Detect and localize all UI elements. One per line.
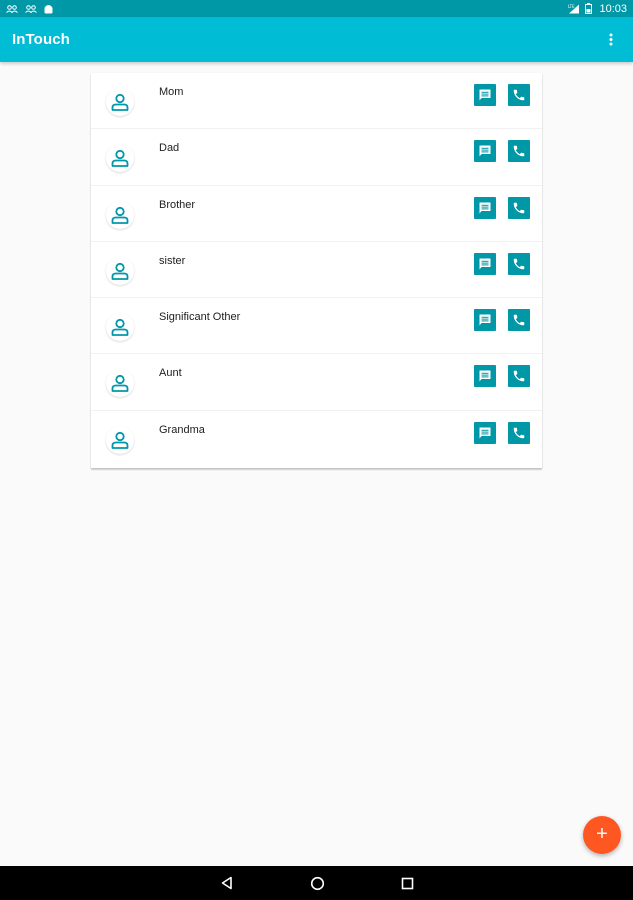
contacts-sync-icon — [25, 4, 37, 13]
call-button[interactable] — [508, 84, 530, 106]
contact-name: Significant Other — [159, 311, 241, 324]
back-button[interactable] — [207, 866, 247, 900]
contacts-sync-icon — [6, 4, 18, 13]
battery-icon — [585, 3, 593, 14]
call-button[interactable] — [508, 365, 530, 388]
contact-row[interactable]: Brother — [91, 186, 542, 242]
navigation-bar — [0, 866, 633, 900]
overflow-menu-button[interactable] — [601, 25, 621, 55]
contact-name: sister — [159, 254, 186, 267]
person-icon — [111, 206, 129, 224]
contact-row[interactable]: Aunt — [91, 354, 542, 411]
message-icon — [479, 202, 491, 214]
add-icon: + — [596, 823, 608, 845]
message-icon — [479, 427, 491, 439]
home-button[interactable] — [297, 866, 337, 900]
person-icon — [111, 150, 129, 168]
recents-button[interactable] — [387, 866, 427, 900]
phone-icon — [513, 314, 525, 326]
message-button[interactable] — [474, 365, 496, 388]
add-contact-button[interactable]: + — [583, 816, 621, 854]
contact-row[interactable]: Dad — [91, 129, 542, 186]
contact-name: Brother — [159, 198, 196, 211]
message-button[interactable] — [474, 309, 496, 332]
signal-icon: LTE — [568, 4, 580, 14]
back-icon — [221, 876, 232, 890]
phone-icon — [513, 371, 525, 382]
recents-icon — [401, 877, 413, 889]
avatar — [106, 144, 134, 173]
person-icon — [111, 262, 129, 280]
status-bar: LTE 10:03 — [0, 0, 633, 17]
overflow-menu-icon — [609, 33, 613, 46]
call-button[interactable] — [508, 421, 530, 444]
status-time: 10:03 — [599, 2, 627, 15]
android-icon — [44, 4, 53, 14]
person-icon — [111, 375, 129, 393]
status-left-icons — [6, 4, 53, 14]
message-button[interactable] — [474, 252, 496, 275]
person-icon — [111, 319, 129, 337]
home-icon — [310, 876, 324, 890]
contact-row[interactable]: Mom — [91, 73, 542, 130]
message-icon — [479, 145, 491, 157]
avatar — [106, 88, 134, 116]
message-icon — [479, 89, 491, 101]
message-icon — [479, 258, 491, 270]
call-button[interactable] — [508, 140, 530, 163]
message-button[interactable] — [474, 421, 496, 444]
contact-name: Dad — [159, 142, 180, 155]
person-icon — [111, 93, 129, 111]
avatar — [106, 200, 134, 229]
phone-icon — [513, 427, 525, 439]
message-button[interactable] — [474, 140, 496, 163]
person-icon — [111, 431, 129, 449]
phone-icon — [513, 146, 525, 157]
contact-row[interactable]: Grandma — [91, 411, 542, 467]
message-button[interactable] — [474, 84, 496, 106]
status-right-icons: LTE 10:03 — [568, 3, 627, 15]
message-icon — [479, 314, 491, 326]
network-type-label: LTE — [568, 4, 575, 9]
call-button[interactable] — [508, 196, 530, 219]
contact-row[interactable]: sister — [91, 242, 542, 299]
call-button[interactable] — [508, 252, 530, 275]
message-icon — [479, 370, 491, 382]
contact-name: Grandma — [159, 423, 205, 436]
message-button[interactable] — [474, 196, 496, 219]
avatar — [106, 313, 134, 342]
contact-name: Mom — [159, 86, 184, 98]
avatar — [106, 256, 134, 285]
app-title: InTouch — [12, 31, 70, 48]
phone-icon — [513, 89, 525, 101]
contact-name: Aunt — [159, 367, 182, 380]
avatar — [106, 369, 134, 398]
avatar — [106, 425, 134, 454]
contacts-card: Mom Dad Brother sister Significant Other… — [91, 73, 542, 468]
call-button[interactable] — [508, 309, 530, 332]
contact-row[interactable]: Significant Other — [91, 298, 542, 355]
app-bar: InTouch — [0, 17, 633, 62]
phone-icon — [513, 258, 525, 270]
phone-icon — [513, 202, 525, 213]
